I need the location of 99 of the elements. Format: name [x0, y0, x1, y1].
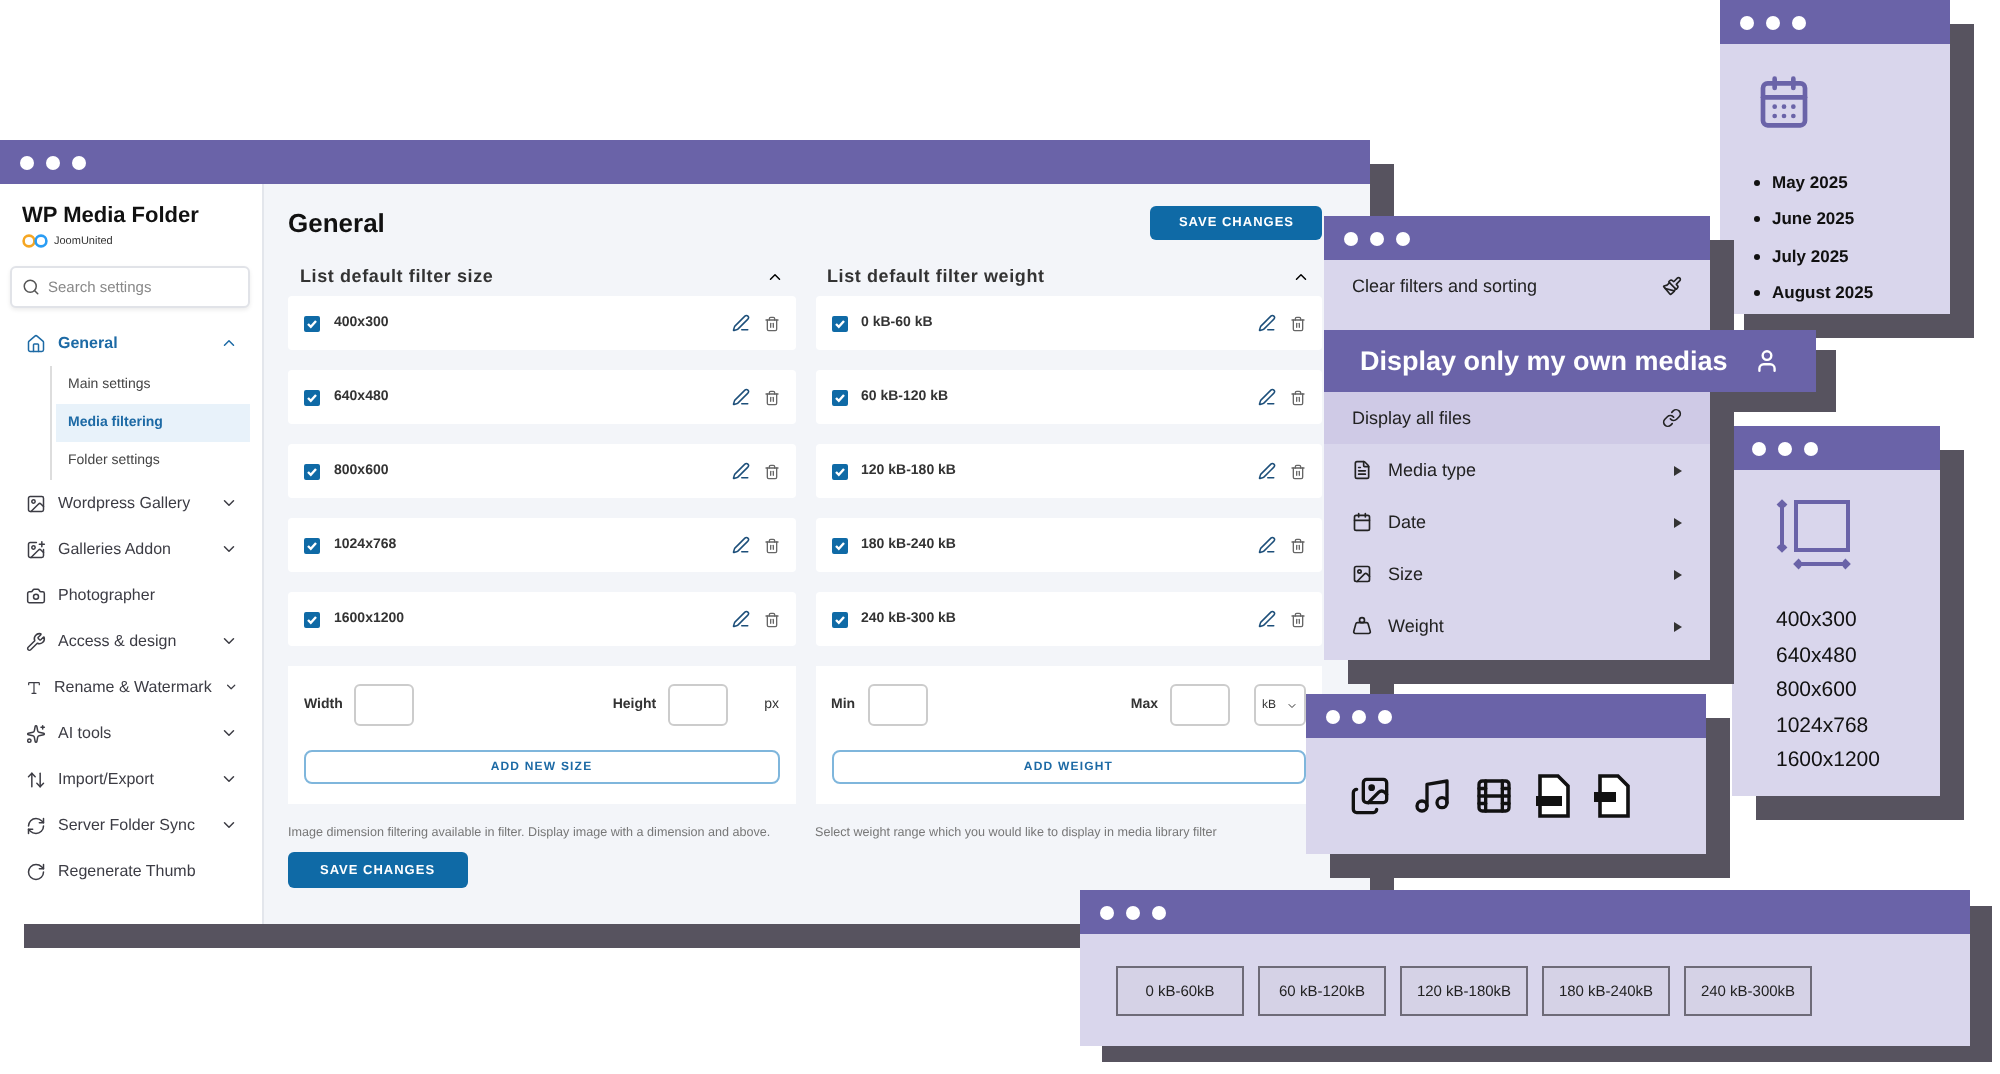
size-item: 1024x768 [1776, 711, 1871, 741]
input-field[interactable] [1170, 684, 1230, 726]
trash-icon[interactable] [1290, 463, 1306, 479]
submenu-arrow-icon [1674, 621, 1682, 631]
checkbox[interactable] [831, 315, 847, 331]
edit-icon[interactable] [1258, 314, 1276, 332]
menu-item[interactable]: Weight [1324, 600, 1710, 652]
menu-item[interactable]: Size [1324, 548, 1710, 600]
trash-icon[interactable] [763, 389, 779, 405]
edit-icon[interactable] [1258, 610, 1276, 628]
nav-item[interactable]: Access & design [10, 618, 250, 664]
nav-item[interactable]: Regenerate Thumb [10, 848, 250, 894]
camera-icon [26, 585, 46, 605]
text-icon [26, 677, 42, 697]
nav-item[interactable]: Photographer [10, 572, 250, 618]
nav-item[interactable]: Wordpress Gallery [10, 480, 250, 526]
app-name: WP Media Folder [22, 204, 201, 228]
month-item: July 2025 [1772, 245, 1849, 268]
nav-item[interactable]: Galleries Addon [10, 526, 250, 572]
sync-icon [26, 815, 46, 835]
menu-item-highlight[interactable]: Display only my own medias [1324, 330, 1816, 392]
link-icon [1662, 408, 1682, 428]
film-icon [1474, 776, 1514, 816]
bullet-icon [1754, 216, 1760, 223]
chevron-down-icon [1286, 699, 1298, 711]
checkbox[interactable] [831, 389, 847, 405]
trash-icon[interactable] [1290, 389, 1306, 405]
checkbox[interactable] [831, 537, 847, 553]
month-item: May 2025 [1772, 171, 1848, 194]
checkbox[interactable] [304, 537, 320, 553]
edit-icon[interactable] [1258, 388, 1276, 406]
image-icon [26, 493, 46, 513]
size-item: 800x600 [1776, 676, 1859, 706]
bullet-icon [1754, 179, 1760, 186]
menu-item[interactable]: Display all files [1324, 392, 1710, 444]
menu-item[interactable]: Clear filters and sorting [1324, 260, 1710, 312]
checkbox[interactable] [304, 611, 320, 627]
checkbox[interactable] [831, 463, 847, 479]
edit-icon[interactable] [731, 314, 749, 332]
size-item: 1600x1200 [1776, 746, 1882, 776]
month-item: August 2025 [1772, 282, 1874, 305]
images-icon [1350, 776, 1390, 816]
menu-item[interactable]: Date [1324, 496, 1710, 548]
trash-icon[interactable] [1290, 315, 1306, 331]
nav-item[interactable]: Import/Export [10, 756, 250, 802]
dimensions-icon [1776, 498, 1856, 570]
nav-item[interactable]: Server Folder Sync [10, 802, 250, 848]
input-field[interactable] [354, 684, 415, 726]
refresh-icon [26, 861, 46, 881]
size-item: 640x480 [1776, 641, 1859, 671]
up-down-arrows-icon [26, 769, 46, 789]
brand-logo-icon [22, 234, 48, 248]
music-icon [1412, 776, 1452, 816]
size-item: 400x300 [1776, 606, 1859, 636]
sparkles-icon [26, 723, 46, 743]
bullet-icon [1754, 253, 1760, 260]
edit-icon[interactable] [731, 610, 749, 628]
nav-item[interactable]: AI tools [10, 710, 250, 756]
user-icon [1754, 348, 1780, 374]
trash-icon[interactable] [763, 315, 779, 331]
page-title: General [288, 208, 385, 238]
input-field[interactable] [867, 684, 928, 726]
document-icon [1352, 460, 1372, 480]
checkbox[interactable] [304, 315, 320, 331]
calendar-icon [1756, 74, 1812, 130]
search-icon [22, 278, 40, 296]
edit-icon[interactable] [731, 462, 749, 480]
checkbox[interactable] [304, 389, 320, 405]
edit-icon[interactable] [1258, 536, 1276, 554]
nav-item[interactable]: General [10, 320, 250, 366]
image-icon [1352, 564, 1372, 584]
weight-icon [1352, 616, 1372, 636]
month-item: June 2025 [1772, 208, 1855, 231]
bullet-icon [1754, 290, 1760, 297]
trash-icon[interactable] [763, 463, 779, 479]
trash-icon[interactable] [763, 611, 779, 627]
document-icon [1536, 774, 1572, 818]
checkbox[interactable] [304, 463, 320, 479]
wrench-icon [26, 631, 46, 651]
submenu-arrow-icon [1674, 465, 1682, 475]
nav-item[interactable]: Rename & Watermark [10, 664, 250, 710]
brush-icon [1662, 276, 1682, 296]
trash-icon[interactable] [1290, 611, 1306, 627]
edit-icon[interactable] [731, 536, 749, 554]
edit-icon[interactable] [1258, 462, 1276, 480]
document-icon [1594, 774, 1630, 818]
trash-icon[interactable] [763, 537, 779, 553]
menu-item[interactable]: Media type [1324, 444, 1710, 496]
calendar-icon [1352, 512, 1372, 532]
edit-icon[interactable] [731, 388, 749, 406]
home-icon [26, 333, 46, 353]
submenu-arrow-icon [1674, 517, 1682, 527]
input-field[interactable] [668, 684, 729, 726]
trash-icon[interactable] [1290, 537, 1306, 553]
checkbox[interactable] [831, 611, 847, 627]
image-plus-icon [26, 539, 46, 559]
panel-title: List default filter size [300, 266, 494, 286]
panel-title: List default filter weight [827, 266, 1045, 286]
submenu-arrow-icon [1674, 569, 1682, 579]
